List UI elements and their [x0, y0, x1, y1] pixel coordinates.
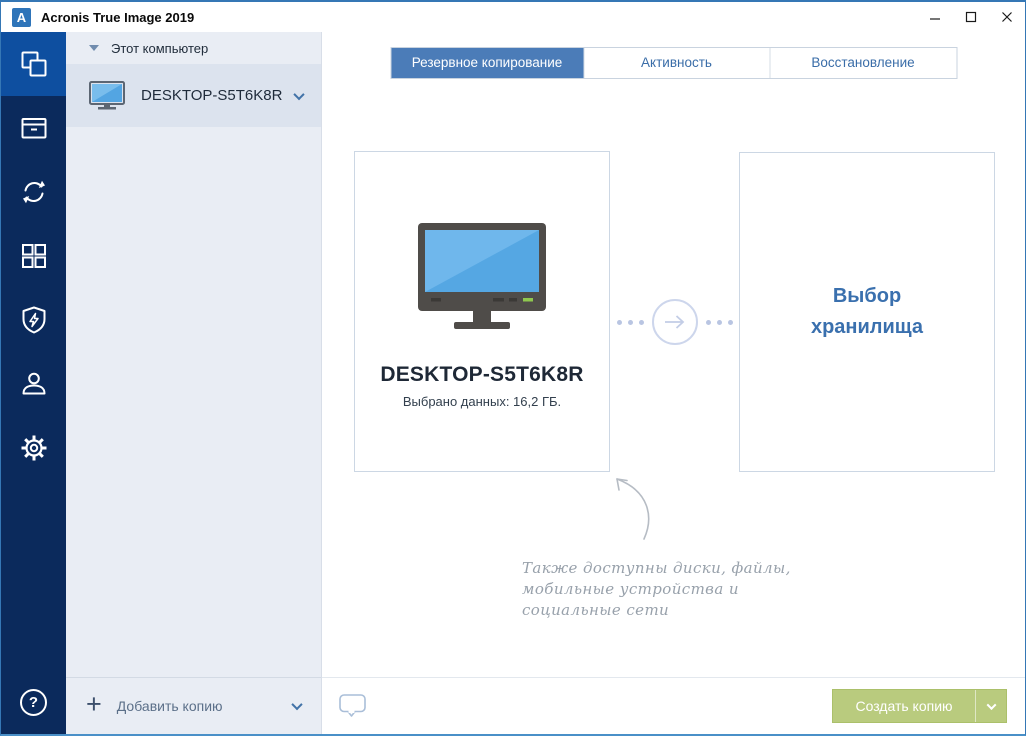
maximize-button[interactable]: [953, 2, 989, 32]
dots-right: [703, 320, 736, 325]
nav-sidebar: ?: [1, 32, 66, 734]
footer-bar: Создать копию: [322, 677, 1025, 734]
account-person-icon: [19, 369, 49, 399]
backup-icon: [19, 49, 49, 79]
sidebar-item-archive[interactable]: [1, 96, 66, 160]
backup-source-box[interactable]: DESKTOP-S5T6K8R Выбрано данных: 16,2 ГБ.: [354, 151, 610, 472]
sync-icon: [19, 177, 49, 207]
device-panel: Этот компьютер DESKTOP-S5T6K8R + Добавит…: [66, 32, 321, 734]
computer-monitor-icon: [417, 222, 547, 335]
arrow-right-icon: [652, 299, 698, 345]
tab-bar: Резервное копирование Активность Восстан…: [390, 47, 957, 79]
source-computer-name: DESKTOP-S5T6K8R: [380, 363, 583, 387]
minimize-icon: [929, 11, 941, 23]
gear-icon: [19, 433, 49, 463]
tab-activity[interactable]: Активность: [583, 48, 769, 78]
source-selected-data: Выбрано данных: 16,2 ГБ.: [403, 394, 561, 409]
window-title: Acronis True Image 2019: [41, 10, 194, 25]
sidebar-item-backup[interactable]: [1, 32, 66, 96]
dots-left: [614, 320, 647, 325]
window-body: ? Этот компьютер DESKTOP-S5T6K8R: [1, 32, 1025, 734]
close-button[interactable]: [989, 2, 1025, 32]
window-controls: [917, 2, 1025, 32]
chevron-down-icon[interactable]: [291, 699, 302, 710]
storage-destination-box[interactable]: Выбор хранилища: [739, 152, 995, 472]
sidebar-item-settings[interactable]: [1, 416, 66, 480]
add-backup-button[interactable]: + Добавить копию: [66, 677, 321, 734]
annotation-curved-arrow: [604, 474, 654, 542]
add-backup-label: Добавить копию: [117, 698, 223, 714]
destination-label: Выбор хранилища: [811, 281, 923, 343]
close-icon: [1001, 11, 1013, 23]
annotation-note: Также доступны диски, файлы, мобильные у…: [522, 558, 812, 621]
main-area: Резервное копирование Активность Восстан…: [321, 32, 1025, 734]
computer-name: DESKTOP-S5T6K8R: [141, 87, 282, 104]
tab-backup[interactable]: Резервное копирование: [391, 48, 583, 78]
panel-header-label: Этот компьютер: [111, 41, 208, 56]
sidebar-item-account[interactable]: [1, 352, 66, 416]
create-backup-button[interactable]: Создать копию: [832, 689, 1007, 723]
plus-icon: +: [86, 689, 102, 720]
sidebar-item-tools[interactable]: [1, 224, 66, 288]
minimize-button[interactable]: [917, 2, 953, 32]
create-backup-dropdown[interactable]: [975, 690, 1006, 722]
shield-lightning-icon: [19, 305, 49, 335]
chevron-down-icon: [986, 700, 996, 710]
computer-mini-icon: [89, 81, 125, 111]
tools-grid-icon: [19, 241, 49, 271]
maximize-icon: [965, 11, 977, 23]
titlebar: A Acronis True Image 2019: [1, 2, 1025, 32]
create-backup-label: Создать копию: [833, 690, 975, 722]
feedback-bubble-icon[interactable]: [339, 694, 367, 718]
help-icon: ?: [20, 689, 47, 716]
app-window: A Acronis True Image 2019: [0, 0, 1026, 736]
sidebar-item-sync[interactable]: [1, 160, 66, 224]
sidebar-item-help[interactable]: ?: [1, 670, 66, 734]
panel-header-this-computer[interactable]: Этот компьютер: [66, 32, 321, 64]
backup-direction-arrow: [610, 296, 740, 348]
tab-recovery[interactable]: Восстановление: [769, 48, 956, 78]
archive-icon: [19, 113, 49, 143]
sidebar-item-protection[interactable]: [1, 288, 66, 352]
collapse-triangle-icon: [89, 45, 99, 51]
panel-empty-area: [66, 127, 321, 677]
chevron-down-icon[interactable]: [293, 88, 304, 99]
acronis-logo-icon: A: [12, 8, 31, 27]
computer-list-item[interactable]: DESKTOP-S5T6K8R: [66, 64, 321, 127]
